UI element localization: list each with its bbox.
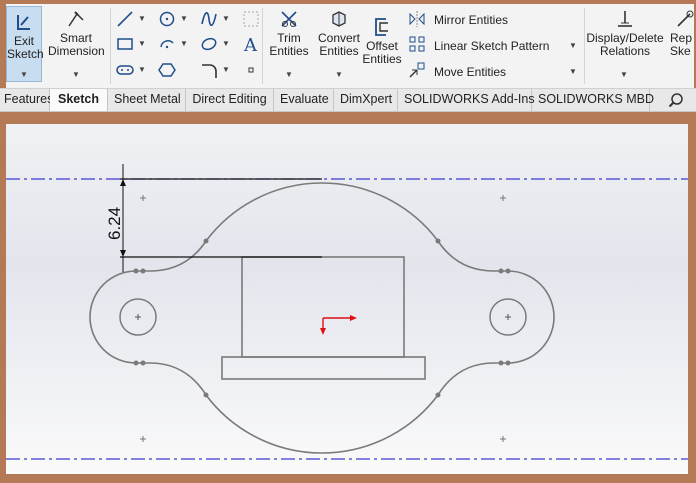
slot-dropdown-icon[interactable]: ▼ xyxy=(138,65,146,74)
command-manager-tabs: Features Sketch Sheet Metal Direct Editi… xyxy=(0,88,696,112)
mirror-entities-icon[interactable] xyxy=(408,10,426,28)
tab-solidworks-mbd[interactable]: SOLIDWORKS MBD xyxy=(532,89,654,111)
slot-icon[interactable] xyxy=(116,61,134,79)
sketch-canvas[interactable]: 6.24 xyxy=(6,124,688,474)
graphics-area[interactable]: 6.24 xyxy=(6,124,688,474)
convert-entities-icon xyxy=(332,11,346,27)
circle-icon[interactable] xyxy=(158,10,176,28)
text-icon[interactable]: A xyxy=(242,35,260,53)
display-delete-relations-dropdown-icon[interactable]: ▼ xyxy=(620,70,628,79)
smart-dimension-dropdown-icon[interactable]: ▼ xyxy=(72,70,80,79)
tab-evaluate[interactable]: Evaluate xyxy=(274,89,334,111)
dimension-value[interactable]: 6.24 xyxy=(105,207,124,240)
tab-dimxpert[interactable]: DimXpert xyxy=(334,89,398,111)
tab-direct-editing[interactable]: Direct Editing xyxy=(186,89,274,111)
offset-entities-label: Offset Entities xyxy=(362,39,402,66)
trim-entities-label: Trim Entities xyxy=(269,31,309,58)
repair-sketch-icon xyxy=(677,10,694,27)
line-dropdown-icon[interactable]: ▼ xyxy=(138,14,146,23)
move-entities-icon[interactable] xyxy=(408,61,426,79)
convert-entities-button[interactable]: Convert Entities xyxy=(310,8,368,58)
display-delete-relations-button[interactable]: Display/Delete Relations xyxy=(584,8,666,58)
tab-sheet-metal[interactable]: Sheet Metal xyxy=(108,89,186,111)
linear-sketch-pattern-button[interactable]: Linear Sketch Pattern xyxy=(434,39,549,53)
trim-entities-dropdown-icon[interactable]: ▼ xyxy=(285,70,293,79)
exit-sketch-dropdown-icon[interactable]: ▼ xyxy=(20,70,28,79)
repair-sketch-label: Rep Ske xyxy=(670,31,693,58)
spline-icon[interactable] xyxy=(200,10,218,28)
sketch-origin-icon[interactable] xyxy=(320,315,357,335)
linear-sketch-pattern-dropdown-icon[interactable]: ▼ xyxy=(569,41,577,50)
convert-entities-dropdown-icon[interactable]: ▼ xyxy=(335,70,343,79)
display-delete-relations-label: Display/Delete Relations xyxy=(586,31,664,58)
sketch-points xyxy=(133,238,511,398)
circle-dropdown-icon[interactable]: ▼ xyxy=(180,14,188,23)
command-manager-ribbon: Exit Sketch ▼ Smart Dimension ▼ ▼ ▼ ▼ ▼ ▼ … xyxy=(6,4,694,88)
tab-features[interactable]: Features xyxy=(0,89,53,111)
inner-rectangle[interactable] xyxy=(241,256,405,358)
right-hole-center xyxy=(505,314,511,320)
fillet-dropdown-icon[interactable]: ▼ xyxy=(222,65,230,74)
line-icon[interactable] xyxy=(116,10,134,28)
dimension-arrow-top xyxy=(120,179,126,186)
sketch-grid-icon[interactable] xyxy=(242,10,260,28)
rectangle-icon[interactable] xyxy=(116,35,134,53)
offset-entities-button[interactable]: Offset Entities xyxy=(362,16,402,66)
repair-sketch-button[interactable]: Rep Ske xyxy=(670,8,694,58)
smart-dimension-button[interactable]: Smart Dimension xyxy=(48,8,105,58)
offset-entities-icon xyxy=(375,18,388,36)
smart-dimension-label: Smart Dimension xyxy=(48,31,105,58)
fillet-icon[interactable] xyxy=(200,61,218,79)
arc-dropdown-icon[interactable]: ▼ xyxy=(180,39,188,48)
display-delete-relations-icon xyxy=(618,11,632,27)
smart-dimension-icon xyxy=(68,11,84,27)
point-icon[interactable] xyxy=(242,61,260,79)
dimension-arrow-bottom xyxy=(120,250,126,257)
base-rectangle[interactable] xyxy=(221,356,426,380)
mirror-entities-button[interactable]: Mirror Entities xyxy=(434,13,508,27)
outer-profile[interactable] xyxy=(89,182,555,454)
trim-entities-icon xyxy=(281,11,297,27)
trim-entities-button[interactable]: Trim Entities xyxy=(262,8,316,58)
rectangle-dropdown-icon[interactable]: ▼ xyxy=(138,39,146,48)
convert-entities-label: Convert Entities xyxy=(317,31,361,58)
left-hole-center xyxy=(135,314,141,320)
search-commands-icon[interactable] xyxy=(668,92,684,108)
arc-icon[interactable] xyxy=(158,35,176,53)
tab-solidworks-add-ins[interactable]: SOLIDWORKS Add-Ins xyxy=(398,89,535,111)
exit-sketch-icon xyxy=(17,15,30,30)
ellipse-icon[interactable] xyxy=(200,35,218,53)
polygon-icon[interactable] xyxy=(158,61,176,79)
svg-text:A: A xyxy=(243,35,258,53)
move-entities-dropdown-icon[interactable]: ▼ xyxy=(569,67,577,76)
linear-sketch-pattern-icon[interactable] xyxy=(408,35,426,53)
ellipse-dropdown-icon[interactable]: ▼ xyxy=(222,39,230,48)
ribbon-separator xyxy=(110,8,111,84)
exit-sketch-label: Exit Sketch xyxy=(7,34,44,61)
tab-sketch[interactable]: Sketch xyxy=(50,89,108,111)
move-entities-button[interactable]: Move Entities xyxy=(434,65,506,79)
spline-dropdown-icon[interactable]: ▼ xyxy=(222,14,230,23)
